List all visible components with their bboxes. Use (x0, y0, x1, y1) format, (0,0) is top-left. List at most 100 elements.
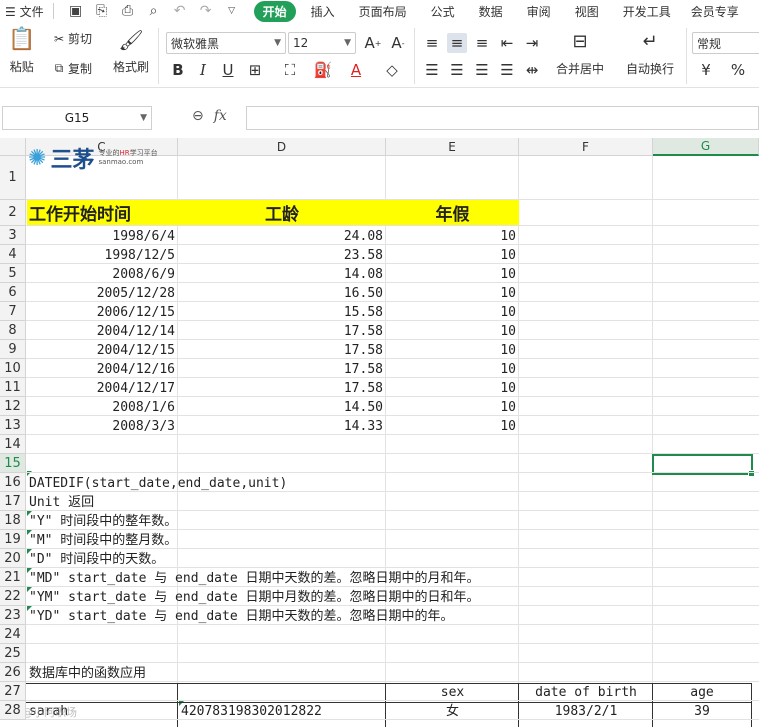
align-right-icon[interactable]: ☰ (472, 60, 492, 80)
underline-button[interactable]: U (218, 60, 238, 80)
annual-leave-cell[interactable]: 10 (386, 321, 519, 340)
seniority-cell[interactable]: 17.58 (178, 359, 386, 378)
birth-date-cell[interactable]: 1983/2/1 (519, 701, 653, 720)
note-text-cell[interactable]: "Y" 时间段中的整年数。 (26, 511, 759, 530)
sex-cell[interactable]: 女 (386, 701, 519, 720)
row-header-14[interactable]: 14 (0, 435, 26, 454)
align-top-icon[interactable]: ≡ (422, 33, 442, 53)
start-date-cell[interactable]: 2006/12/15 (26, 302, 178, 321)
column-header-f[interactable]: F (519, 138, 653, 156)
font-name-select[interactable]: 微软雅黑 ▼ (166, 32, 286, 54)
tab-home[interactable]: 开始 (253, 0, 296, 22)
row-header-25[interactable]: 25 (0, 644, 26, 663)
cut-button[interactable]: ✂ 剪切 (50, 30, 92, 47)
row-header-17[interactable]: 17 (0, 492, 26, 511)
row-header-10[interactable]: 10 (0, 359, 26, 378)
section-title-cell[interactable]: 数据库中的函数应用 (26, 663, 759, 682)
row-header-28[interactable]: 28 (0, 701, 26, 720)
start-date-cell[interactable]: 1998/12/5 (26, 245, 178, 264)
export-icon[interactable]: ⎘ (90, 3, 114, 19)
copy-button[interactable]: ⧉ 复制 (50, 60, 92, 77)
tab-formulas[interactable]: 公式 (426, 3, 460, 20)
percent-icon[interactable]: % (728, 60, 748, 80)
annual-leave-cell[interactable]: 10 (386, 378, 519, 397)
start-date-cell[interactable]: 2004/12/15 (26, 340, 178, 359)
align-center-icon[interactable]: ☰ (447, 60, 467, 80)
row-header-20[interactable]: 20 (0, 549, 26, 568)
row-header-18[interactable]: 18 (0, 511, 26, 530)
align-middle-icon[interactable]: ≡ (447, 33, 467, 53)
column-header-d[interactable]: D (178, 138, 386, 156)
number-format-select[interactable]: 常规 (692, 32, 759, 54)
annual-leave-cell[interactable]: 10 (386, 416, 519, 435)
note-text-cell[interactable]: DATEDIF(start_date,end_date,unit) (26, 473, 759, 492)
seniority-cell[interactable]: 17.58 (178, 321, 386, 340)
column-header-g[interactable]: G (653, 138, 759, 156)
tab-member[interactable]: 会员专享 (686, 3, 744, 20)
column-header-e[interactable]: E (386, 138, 519, 156)
merge-center-button[interactable]: ⊟ 合并居中 (556, 30, 604, 77)
align-bottom-icon[interactable]: ≡ (472, 33, 492, 53)
decrease-font-icon[interactable]: A- (388, 33, 408, 53)
row-header-8[interactable]: 8 (0, 321, 26, 340)
align-left-icon[interactable]: ☰ (422, 60, 442, 80)
zoom-icon[interactable]: ⊖ (192, 108, 204, 124)
annual-leave-cell[interactable]: 10 (386, 245, 519, 264)
wrap-text-button[interactable]: ↵ 自动换行 (626, 30, 674, 77)
customize-dropdown-icon[interactable]: ▽ (220, 6, 244, 16)
tab-review[interactable]: 审阅 (522, 3, 556, 20)
indent-increase-icon[interactable]: ⇥ (522, 33, 542, 53)
paste-button[interactable]: 📋 粘贴 (8, 28, 35, 75)
row-header-11[interactable]: 11 (0, 378, 26, 397)
tab-insert[interactable]: 插入 (306, 3, 340, 20)
seniority-cell[interactable]: 16.50 (178, 283, 386, 302)
row-header-24[interactable]: 24 (0, 625, 26, 644)
fx-icon[interactable]: fx (214, 108, 227, 124)
seniority-cell[interactable]: 14.50 (178, 397, 386, 416)
seniority-cell[interactable]: 14.33 (178, 416, 386, 435)
row-header-22[interactable]: 22 (0, 587, 26, 606)
start-date-cell[interactable]: 2008/1/6 (26, 397, 178, 416)
table2-header-cell[interactable] (26, 682, 178, 701)
row-header-3[interactable]: 3 (0, 226, 26, 245)
undo-icon[interactable]: ↶ (168, 3, 192, 19)
format-painter-button[interactable]: 🖌 格式刷 (113, 28, 149, 75)
note-text-cell[interactable]: "M" 时间段中的整月数。 (26, 530, 759, 549)
header-start-date[interactable]: 工作开始时间 (26, 200, 178, 226)
redo-icon[interactable]: ↷ (194, 3, 218, 19)
age-cell[interactable]: 39 (653, 701, 751, 720)
bold-button[interactable]: B (168, 60, 188, 80)
annual-leave-cell[interactable]: 10 (386, 397, 519, 416)
file-menu[interactable]: ☰ 文件 (0, 3, 49, 20)
note-text-cell[interactable]: "YM" start_date 与 end_date 日期中月数的差。忽略日期中… (26, 587, 759, 606)
row-header-6[interactable]: 6 (0, 283, 26, 302)
print-icon[interactable]: ⎙ (116, 3, 140, 19)
row-header-16[interactable]: 16 (0, 473, 26, 492)
justify-icon[interactable]: ☰ (497, 60, 517, 80)
clear-format-icon[interactable]: ◇ (382, 60, 402, 80)
row-header-12[interactable]: 12 (0, 397, 26, 416)
annual-leave-cell[interactable]: 10 (386, 226, 519, 245)
row-header-1[interactable]: 1 (0, 156, 26, 200)
border-icon[interactable]: ⊞ (245, 60, 265, 80)
header-seniority[interactable]: 工龄 (178, 200, 386, 226)
note-text-cell[interactable]: Unit 返回 (26, 492, 759, 511)
row-header-13[interactable]: 13 (0, 416, 26, 435)
row-header-4[interactable]: 4 (0, 245, 26, 264)
distribute-icon[interactable]: ⇹ (522, 60, 542, 80)
start-date-cell[interactable]: 2008/6/9 (26, 264, 178, 283)
annual-leave-cell[interactable]: 10 (386, 340, 519, 359)
seniority-cell[interactable]: 17.58 (178, 340, 386, 359)
row-header-7[interactable]: 7 (0, 302, 26, 321)
row-header-26[interactable]: 26 (0, 663, 26, 682)
name-box[interactable]: G15 ▼ (2, 106, 152, 130)
indent-decrease-icon[interactable]: ⇤ (497, 33, 517, 53)
currency-icon[interactable]: ¥ (696, 60, 716, 80)
annual-leave-cell[interactable]: 10 (386, 264, 519, 283)
start-date-cell[interactable]: 2004/12/16 (26, 359, 178, 378)
seniority-cell[interactable]: 15.58 (178, 302, 386, 321)
seniority-cell[interactable]: 24.08 (178, 226, 386, 245)
increase-font-icon[interactable]: A + (363, 33, 383, 53)
table2-header-cell[interactable]: date of birth (519, 682, 653, 701)
row-header-21[interactable]: 21 (0, 568, 26, 587)
